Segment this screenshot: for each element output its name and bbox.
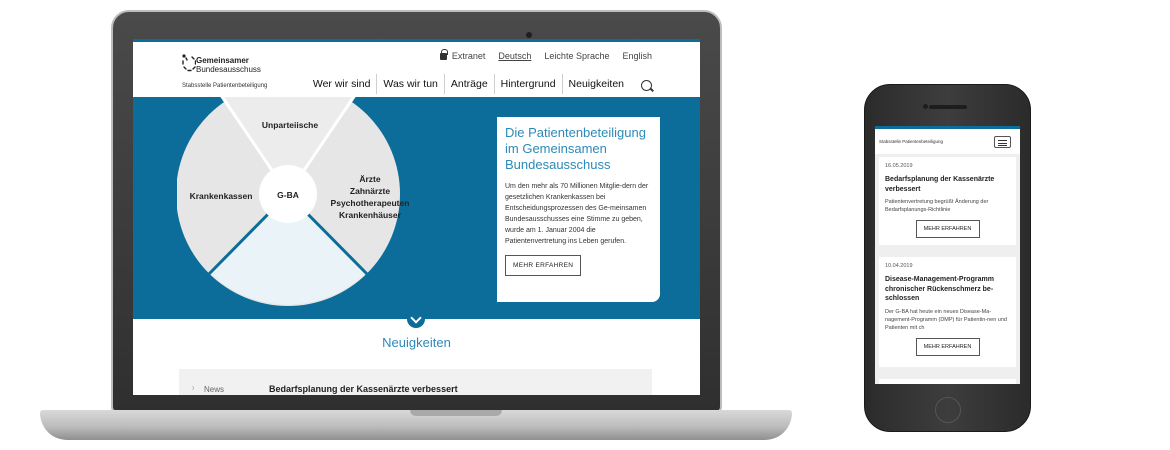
nav-item-hintergrund[interactable]: Hintergrund — [493, 74, 562, 94]
nav-item-antraege[interactable]: Anträge — [443, 74, 494, 94]
pie-label-unparteiische[interactable]: Unparteiische — [250, 119, 330, 131]
language-english-link[interactable]: English — [622, 51, 652, 61]
hero-more-button[interactable]: MEHR ERFAHREN — [505, 255, 582, 276]
news-date: 16.05.2019 — [885, 163, 913, 169]
phone-home-button[interactable] — [935, 397, 961, 423]
phone-news-card: 10.04.2019 Disease-Management-Programm c… — [879, 257, 1016, 367]
nav-item-neuigkeiten[interactable]: Neuigkeiten — [561, 74, 630, 94]
top-accent-bar — [133, 39, 700, 42]
nav-item-wer-wir-sind[interactable]: Wer wir sind — [307, 74, 377, 94]
hero-text: Um den mehr als 70 Millionen Mitglie-der… — [505, 183, 649, 245]
phone-header: Stabsstelle Patientenbeteiligung — [875, 129, 1020, 154]
news-title[interactable]: Disease-Management-Programm chronischer … — [885, 275, 1010, 304]
language-deutsch-link[interactable]: Deutsch — [498, 51, 531, 61]
phone-news-card: 16.05.2019 Bedarfsplanung der Kassenärzt… — [879, 157, 1016, 245]
laptop-base — [40, 410, 792, 440]
pie-label-gba[interactable]: G-BA — [273, 189, 303, 201]
utility-nav: Extranet Deutsch Leichte Sprache English — [439, 49, 652, 61]
phone-camera — [923, 104, 928, 109]
search-icon[interactable] — [641, 80, 652, 91]
pie-label-leistungserbringer[interactable]: Ärzte Zahnärzte Psychotherapeuten Kranke… — [320, 173, 420, 221]
hamburger-menu-icon[interactable] — [994, 136, 1011, 148]
laptop-screen: Gemeinsamer Bundesausschuss Stabsstelle … — [133, 39, 700, 395]
phone-screen: Stabsstelle Patientenbeteiligung 16.05.2… — [875, 126, 1020, 384]
pie-label-patientenvertretung[interactable]: Patientenvertretung — [240, 304, 350, 316]
main-navigation: Wer wir sind Was wir tun Anträge Hinterg… — [307, 74, 630, 94]
logo-subtitle[interactable]: Bundesausschuss — [196, 65, 261, 74]
rss-icon: ⁾ — [192, 385, 194, 394]
laptop-camera — [526, 32, 532, 38]
news-heading: Neuigkeiten — [382, 335, 451, 350]
extranet-link[interactable]: Extranet — [439, 49, 485, 61]
news-more-button[interactable]: MEHR ERFAHREN — [915, 220, 980, 238]
news-date: 10.04.2019 — [885, 263, 913, 269]
phone-header-text[interactable]: Stabsstelle Patientenbeteiligung — [879, 139, 943, 144]
hero-section: Unparteiische Krankenkassen G-BA Ärzte Z… — [133, 97, 700, 319]
leichte-sprache-link[interactable]: Leichte Sprache — [544, 51, 609, 61]
logo-tagline: Stabsstelle Patientenbeteiligung — [182, 83, 268, 89]
news-item-title[interactable]: Bedarfsplanung der Kassenärzte verbesser… — [269, 384, 458, 394]
gba-logo-icon[interactable] — [180, 52, 196, 74]
scroll-down-icon[interactable] — [407, 310, 425, 328]
logo-title[interactable]: Gemeinsamer — [196, 56, 249, 65]
news-category-label: News — [204, 385, 225, 394]
phone-news-card-partial — [879, 379, 1016, 384]
nav-item-was-wir-tun[interactable]: Was wir tun — [376, 74, 443, 94]
pie-label-krankenkassen[interactable]: Krankenkassen — [181, 190, 261, 202]
phone-speaker — [929, 105, 967, 109]
lock-icon — [439, 49, 448, 60]
laptop-notch — [410, 410, 502, 416]
hero-title: Die Patientenbeteiligung im Gemeinsamen … — [505, 125, 646, 172]
hero-info-card: Die Patientenbeteiligung im Gemeinsamen … — [497, 117, 660, 302]
news-title[interactable]: Bedarfsplanung der Kassenärzte verbesser… — [885, 175, 1010, 194]
news-teaser: Patientenvertretung begrüßt Änderung der… — [885, 199, 989, 213]
news-more-button[interactable]: MEHR ERFAHREN — [915, 337, 980, 356]
news-teaser: Der G-BA hat heute ein neues Disease-Ma-… — [885, 308, 1007, 331]
